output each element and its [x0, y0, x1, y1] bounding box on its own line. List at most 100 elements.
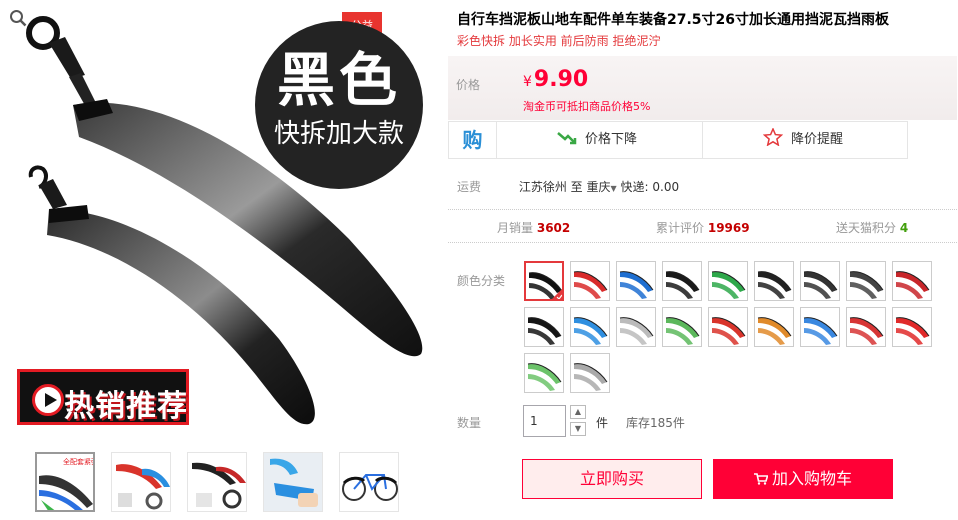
- cumulative-reviews[interactable]: 累计评价 19969: [656, 219, 750, 236]
- chevron-down-icon: ▼: [610, 184, 617, 193]
- ship-from: 江苏徐州: [518, 180, 567, 194]
- swatch-fender-image: [619, 317, 654, 345]
- thumbnail-1-image: 全配套紧强: [37, 454, 95, 510]
- trend-down-icon: [557, 132, 577, 145]
- color-swatch[interactable]: [754, 261, 794, 301]
- black-quick-release-badge: 黑色 快拆加大款: [255, 21, 423, 189]
- quantity-decrease-button[interactable]: ▼: [570, 422, 586, 436]
- hot-sale-banner: 热销推荐: [17, 369, 189, 425]
- ship-to-word: 至: [570, 180, 583, 194]
- quantity-label: 数量: [457, 416, 482, 430]
- price-value: ¥9.90: [523, 67, 588, 92]
- points-label: 送天猫积分: [836, 221, 897, 235]
- swatch-fender-image: [849, 317, 884, 345]
- star-outline-icon: [762, 127, 784, 147]
- color-swatch[interactable]: [662, 307, 702, 347]
- color-swatch[interactable]: [570, 261, 610, 301]
- points-value: 4: [899, 221, 909, 235]
- tmall-points: 送天猫积分 4: [836, 219, 908, 236]
- price-amount: 9.90: [533, 67, 589, 92]
- thumbnail-2-image: [112, 453, 170, 511]
- swatch-fender-image: [619, 271, 654, 299]
- swatch-fender-image: [527, 317, 562, 345]
- ship-to-selector[interactable]: 重庆▼: [587, 180, 617, 194]
- zoom-magnifier-icon[interactable]: [9, 9, 27, 27]
- swatch-fender-image: [757, 317, 792, 345]
- swatch-fender-image: [711, 317, 746, 345]
- badge-main-text: 黑色: [276, 46, 401, 114]
- sales-stats: 月销量 3602 累计评价 19969 送天猫积分 4: [448, 209, 957, 243]
- swatch-fender-image: [803, 317, 838, 345]
- swatch-fender-image: [573, 363, 608, 391]
- add-to-cart-button[interactable]: 加入购物车: [713, 459, 893, 499]
- thumbnail-1-caption: 全配套紧强: [63, 457, 95, 466]
- coin-discount-note: 淘金币可抵扣商品价格5%: [523, 100, 651, 113]
- swatch-fender-image: [711, 271, 746, 299]
- swatch-fender-image: [803, 271, 838, 299]
- thumbnail-4[interactable]: [263, 452, 323, 512]
- swatch-fender-image: [573, 271, 608, 299]
- color-swatch[interactable]: [524, 307, 564, 347]
- swatch-fender-image: [757, 271, 792, 299]
- thumbnail-1[interactable]: 全配套紧强: [35, 452, 95, 512]
- color-swatch[interactable]: [892, 261, 932, 301]
- shipping-label: 运费: [457, 180, 482, 194]
- color-swatch[interactable]: [616, 307, 656, 347]
- color-swatch[interactable]: [662, 261, 702, 301]
- color-swatch[interactable]: [708, 261, 748, 301]
- color-swatch[interactable]: [800, 261, 840, 301]
- product-page: 公益 宝贝 黑色 快拆加大款 热销推荐 全配套紧强: [0, 0, 958, 520]
- quantity-unit: 件: [596, 416, 609, 430]
- swatch-fender-image: [895, 271, 930, 299]
- swatch-fender-image: [573, 317, 608, 345]
- color-swatch[interactable]: [616, 261, 656, 301]
- thumbnail-3-image: [188, 453, 246, 511]
- color-swatch[interactable]: [800, 307, 840, 347]
- color-swatch[interactable]: [570, 353, 610, 393]
- alert-divider: [702, 122, 703, 158]
- price-reminder-link[interactable]: 降价提醒: [762, 122, 843, 158]
- thumbnail-3[interactable]: [187, 452, 247, 512]
- selected-check-icon: [552, 289, 562, 299]
- thumbnail-4-image: [264, 453, 322, 511]
- monthly-sales-label: 月销量: [497, 221, 534, 235]
- hot-sale-text: 热销推荐: [64, 389, 188, 424]
- color-swatch[interactable]: [892, 307, 932, 347]
- price-drop-label: 价格下降: [585, 132, 638, 147]
- color-swatch[interactable]: [846, 261, 886, 301]
- price-label: 价格: [456, 78, 481, 92]
- thumbnail-2[interactable]: [111, 452, 171, 512]
- quantity-input[interactable]: 1: [523, 405, 566, 437]
- buy-now-button[interactable]: 立即购买: [522, 459, 702, 499]
- color-swatch[interactable]: [708, 307, 748, 347]
- quantity-increase-button[interactable]: ▲: [570, 405, 586, 419]
- swatch-fender-image: [665, 271, 700, 299]
- badge-sub-text: 快拆加大款: [273, 119, 404, 149]
- gou-icon: 购: [449, 122, 497, 158]
- cart-icon: [753, 473, 768, 485]
- price-drop-link[interactable]: 价格下降: [557, 122, 637, 158]
- shipping-row: 运费 江苏徐州 至 重庆▼ 快递: 0.00: [457, 178, 679, 195]
- color-swatch[interactable]: [846, 307, 886, 347]
- color-swatch[interactable]: [754, 307, 794, 347]
- monthly-sales: 月销量 3602: [497, 219, 570, 236]
- swatch-fender-image: [849, 271, 884, 299]
- shipping-method: 快递: 0.00: [620, 180, 680, 194]
- thumbnail-strip: 全配套紧强: [35, 452, 415, 512]
- color-swatch[interactable]: [524, 261, 564, 301]
- color-swatch[interactable]: [570, 307, 610, 347]
- main-product-image[interactable]: 公益 宝贝 黑色 快拆加大款 热销推荐: [9, 9, 427, 429]
- product-subtitle: 彩色快拆 加长实用 前后防雨 拒绝泥泞: [457, 34, 661, 48]
- color-swatch[interactable]: [524, 353, 564, 393]
- price-panel: 价格 ¥9.90 淘金币可抵扣商品价格5%: [448, 56, 957, 120]
- reviews-value: 19969: [707, 221, 750, 235]
- currency-symbol: ¥: [523, 74, 532, 90]
- swatch-fender-image: [895, 317, 930, 345]
- product-title: 自行车挡泥板山地车配件单车装备27.5寸26寸加长通用挡泥瓦挡雨板: [457, 12, 890, 28]
- thumbnail-5[interactable]: [339, 452, 399, 512]
- swatch-fender-image: [527, 363, 562, 391]
- video-play-icon[interactable]: [32, 384, 64, 416]
- add-to-cart-label: 加入购物车: [771, 469, 852, 488]
- reviews-label: 累计评价: [656, 221, 705, 235]
- stock-count: 库存185件: [626, 416, 685, 430]
